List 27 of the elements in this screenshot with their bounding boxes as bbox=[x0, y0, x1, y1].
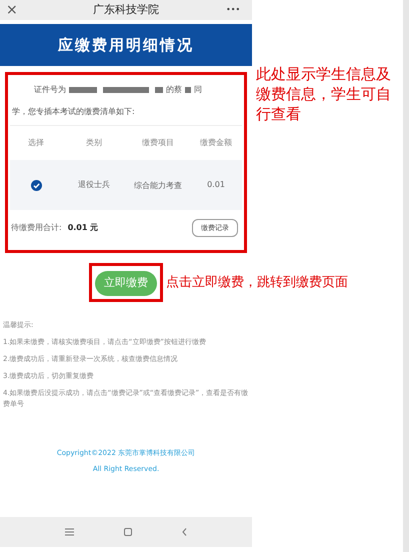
intro-text: 的蔡 bbox=[166, 84, 182, 96]
column-header: 缴费项目 bbox=[141, 137, 175, 149]
total-label: 待缴费用合计: bbox=[11, 222, 62, 234]
page-title: 广东科技学院 bbox=[92, 2, 160, 18]
column-header: 类别 bbox=[85, 137, 103, 149]
table-cell-text: 综合能力考查 bbox=[133, 180, 183, 192]
redaction-mark bbox=[155, 87, 163, 93]
square-icon[interactable] bbox=[124, 528, 132, 536]
intro-text: 同 bbox=[194, 84, 202, 96]
table-cell-text: 退役士兵 bbox=[77, 179, 111, 191]
intro-text: 证件号为 bbox=[34, 84, 66, 96]
annotation-text: 点击立即缴费，跳转到缴费页面 bbox=[166, 274, 348, 292]
more-button[interactable]: ••• bbox=[226, 4, 246, 16]
select-checkbox[interactable] bbox=[30, 180, 42, 190]
redaction-mark bbox=[103, 87, 149, 93]
redaction-mark bbox=[185, 87, 191, 93]
redaction-mark bbox=[69, 87, 97, 93]
total-value: 0.01 元 bbox=[68, 222, 98, 234]
table-cell-text: 0.01 bbox=[206, 179, 226, 191]
column-header: 缴费金额 bbox=[199, 137, 233, 149]
close-button[interactable]: × bbox=[6, 0, 26, 20]
header-banner: 应缴费用明细情况 bbox=[0, 24, 252, 66]
annotation-text: 此处显示学生信息及缴费信息，学生可自行查看 bbox=[255, 64, 392, 125]
menu-icon[interactable] bbox=[65, 528, 74, 536]
back-icon[interactable] bbox=[182, 528, 187, 536]
column-header: 选择 bbox=[27, 137, 45, 149]
intro-text: 学，您专插本考试的缴费清单如下: bbox=[12, 106, 135, 118]
